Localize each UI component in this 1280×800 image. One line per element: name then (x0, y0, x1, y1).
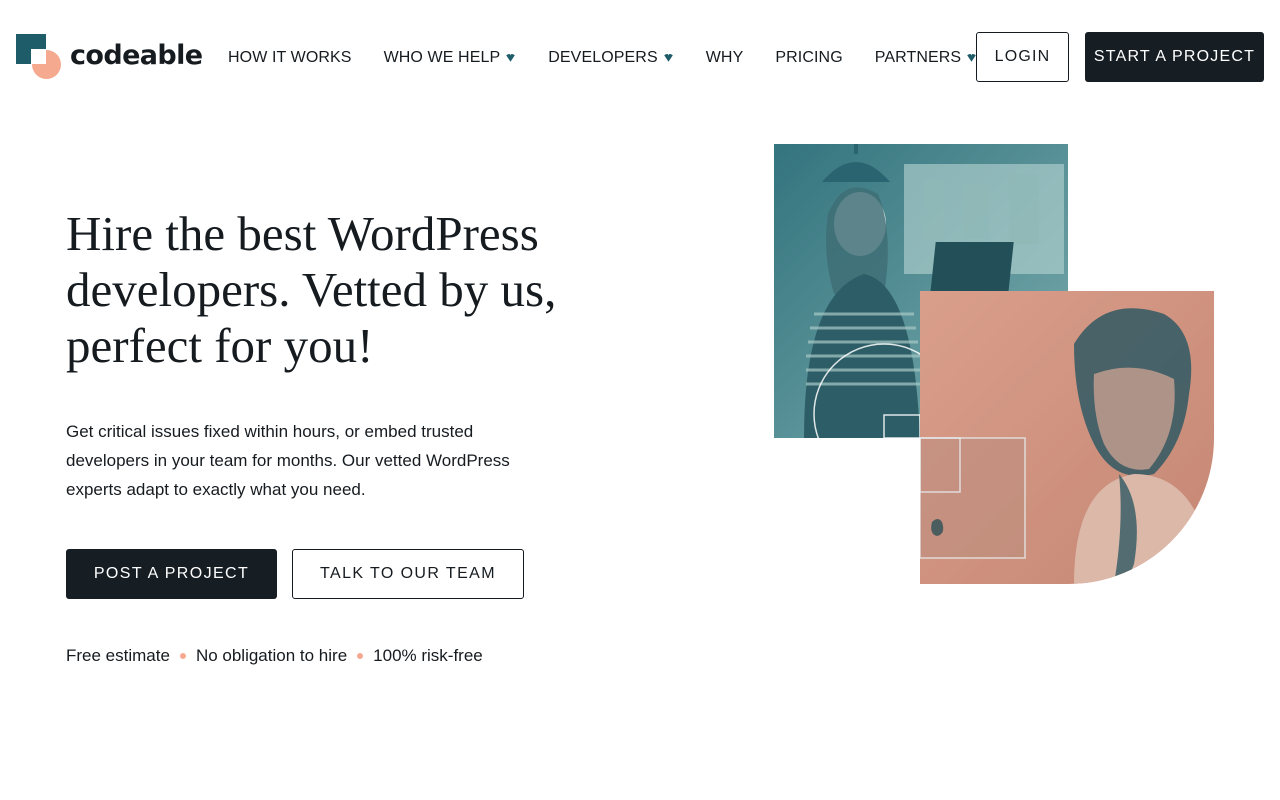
nav-item-who-we-help[interactable]: WHO WE HELP (384, 47, 517, 69)
assurance-item: Free estimate (66, 646, 170, 665)
hero-description: Get critical issues fixed within hours, … (66, 422, 510, 499)
nav-item-label: PARTNERS (874, 49, 962, 66)
nav-item-label: WHO WE HELP (383, 49, 501, 66)
start-project-button[interactable]: START A PROJECT (1085, 32, 1264, 82)
bullet-dot-icon (357, 653, 364, 659)
chevron-down-icon (663, 53, 673, 62)
assurance-item: No obligation to hire (195, 646, 348, 665)
site-header: codeable HOW IT WORKS WHO WE HELP DEVELO… (0, 0, 1280, 114)
nav-item-pricing[interactable]: PRICING (775, 47, 842, 69)
talk-to-team-button[interactable]: TALK TO OUR TEAM (292, 549, 524, 599)
assurance-item: 100% risk-free (373, 646, 483, 665)
hero-image-collage (774, 144, 1214, 584)
nav-item-label: DEVELOPERS (548, 49, 658, 66)
nav-item-how-it-works[interactable]: HOW IT WORKS (228, 47, 352, 69)
bullet-dot-icon (179, 653, 186, 659)
logo-text: codeable (70, 39, 203, 71)
assurance-list: Free estimate No obligation to hire 100%… (66, 644, 483, 668)
nav-item-developers[interactable]: DEVELOPERS (548, 47, 673, 69)
hero-title: Hire the best WordPress developers. Vett… (66, 206, 557, 373)
nav-item-partners[interactable]: PARTNERS (875, 47, 977, 69)
nav-item-label: HOW IT WORKS (228, 49, 352, 66)
nav-item-label: WHY (705, 49, 744, 66)
nav-item-why[interactable]: WHY (706, 47, 744, 69)
logo-mark-icon (16, 34, 62, 80)
login-button[interactable]: LOGIN (976, 32, 1069, 82)
man-photo (920, 291, 1214, 584)
page: codeable HOW IT WORKS WHO WE HELP DEVELO… (0, 0, 1280, 800)
main-nav: HOW IT WORKS WHO WE HELP DEVELOPERS WHY … (228, 47, 1009, 69)
nav-item-label: PRICING (775, 49, 843, 66)
logo[interactable]: codeable (16, 34, 203, 80)
post-project-button[interactable]: POST A PROJECT (66, 549, 277, 599)
chevron-down-icon (506, 53, 516, 62)
